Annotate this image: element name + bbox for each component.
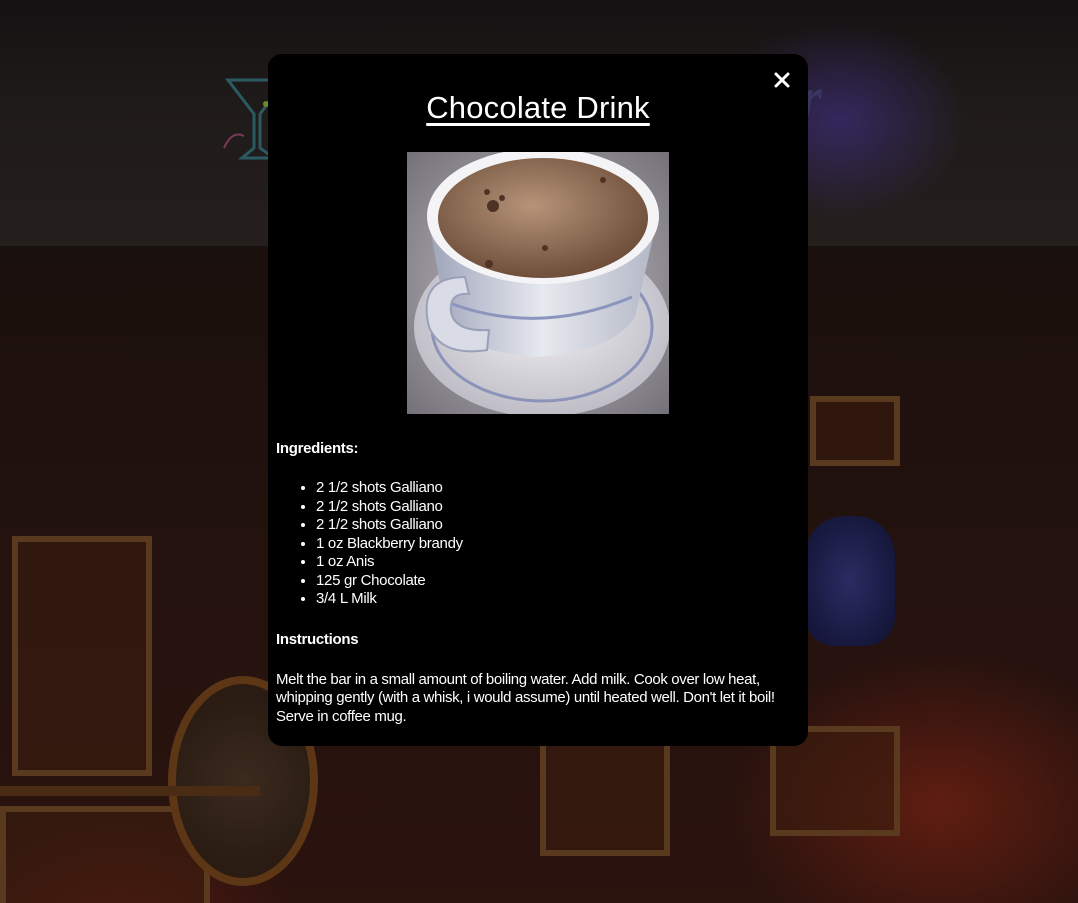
ingredient-item: 2 1/2 shots Galliano xyxy=(316,479,800,498)
page: r Chocolate Drink Ingredients: • 2 1/2 s… xyxy=(0,0,1078,903)
poster-frame xyxy=(12,536,152,776)
close-icon[interactable] xyxy=(771,69,793,91)
neon-guitar-sign xyxy=(805,516,895,646)
wall-shelf xyxy=(0,786,260,796)
ingredients-list: 2 1/2 shots Galliano 2 1/2 shots Gallian… xyxy=(276,479,800,609)
sign-frame xyxy=(810,396,900,466)
drink-title: Chocolate Drink xyxy=(426,90,650,125)
photo-frame xyxy=(540,736,670,856)
instructions-text: Melt the bar in a small amount of boilin… xyxy=(276,670,775,725)
ingredient-item: 3/4 L Milk xyxy=(316,590,800,609)
instructions-label: Instructions xyxy=(276,630,359,648)
ingredients-label: Ingredients: xyxy=(276,440,359,457)
ingredient-item: 1 oz Anis xyxy=(316,553,800,572)
drink-detail-modal: Chocolate Drink Ingredients: • 2 1/2 sho… xyxy=(268,54,808,746)
ingredient-item: 1 oz Blackberry brandy xyxy=(316,535,800,554)
ingredient-item: 125 gr Chocolate xyxy=(316,572,800,591)
ingredient-item: 2 1/2 shots Galliano xyxy=(316,516,800,535)
hot-chocolate-cup-photo xyxy=(407,152,669,414)
ingredient-item: 2 1/2 shots Galliano xyxy=(316,498,800,517)
